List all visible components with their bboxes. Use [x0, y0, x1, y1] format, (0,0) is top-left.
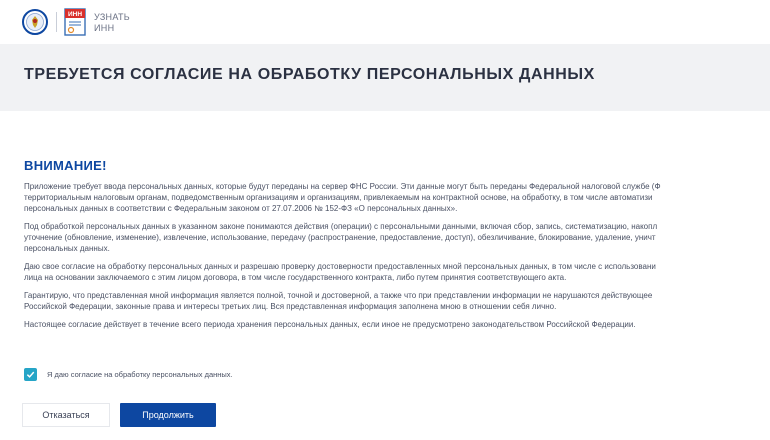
notice-paragraph-line: территориальным налоговым органам, подве…: [24, 193, 653, 202]
notice-paragraph: Приложение требует ввода персональных да…: [24, 181, 770, 214]
consent-checkbox-row[interactable]: Я даю согласие на обработку персональных…: [24, 367, 233, 381]
notice-paragraph-line: лица на основании заключаемого с этим ли…: [24, 273, 567, 282]
notice-paragraph-line: Под обработкой персональных данных в ука…: [24, 222, 658, 231]
notice-paragraphs: Приложение требует ввода персональных да…: [24, 181, 770, 330]
brand-line-1: УЗНАТЬ: [94, 12, 130, 22]
notice-paragraph-line: Гарантирую, что представленная мной инфо…: [24, 291, 653, 300]
notice-paragraph: Под обработкой персональных данных в ука…: [24, 221, 770, 254]
consent-checkbox[interactable]: [24, 367, 37, 381]
notice-paragraph-line: Приложение требует ввода персональных да…: [24, 182, 661, 191]
header-divider: [56, 12, 57, 32]
notice-paragraph-line: Настоящее согласие действует в течение в…: [24, 320, 636, 329]
notice-paragraph: Гарантирую, что представленная мной инфо…: [24, 290, 770, 312]
notice-paragraph: Настоящее согласие действует в течение в…: [24, 319, 770, 330]
inn-document-icon: ИНН: [64, 8, 86, 36]
notice-paragraph-line: персональных данных в соответствии с Фед…: [24, 204, 458, 213]
notice-paragraph: Даю свое согласие на обработку персональ…: [24, 261, 770, 283]
notice-paragraph-line: Даю свое согласие на обработку персональ…: [24, 262, 656, 271]
notice-paragraph-line: уточнение (обновление, изменение), извле…: [24, 233, 656, 242]
title-band: ТРЕБУЕТСЯ СОГЛАСИЕ НА ОБРАБОТКУ ПЕРСОНАЛ…: [0, 44, 770, 111]
notice-paragraph-line: персональных данных.: [24, 244, 110, 253]
inn-logo-text: ИНН: [68, 11, 82, 18]
warning-heading: ВНИМАНИЕ!: [24, 158, 107, 173]
brand-line-2: ИНН: [94, 23, 115, 33]
fns-emblem-icon: [22, 9, 48, 35]
consent-notice: ВНИМАНИЕ! Приложение требует ввода персо…: [24, 158, 770, 337]
app-header: ИНН УЗНАТЬ ИНН: [0, 0, 770, 44]
decline-button[interactable]: Отказаться: [22, 403, 110, 427]
page-title: ТРЕБУЕТСЯ СОГЛАСИЕ НА ОБРАБОТКУ ПЕРСОНАЛ…: [24, 66, 595, 83]
continue-button[interactable]: Продолжить: [120, 403, 216, 427]
app-brand: УЗНАТЬ ИНН: [94, 12, 130, 34]
notice-paragraph-line: Российской Федерации, законные права и и…: [24, 302, 557, 311]
checkmark-icon: [26, 371, 35, 378]
consent-label: Я даю согласие на обработку персональных…: [47, 369, 233, 379]
